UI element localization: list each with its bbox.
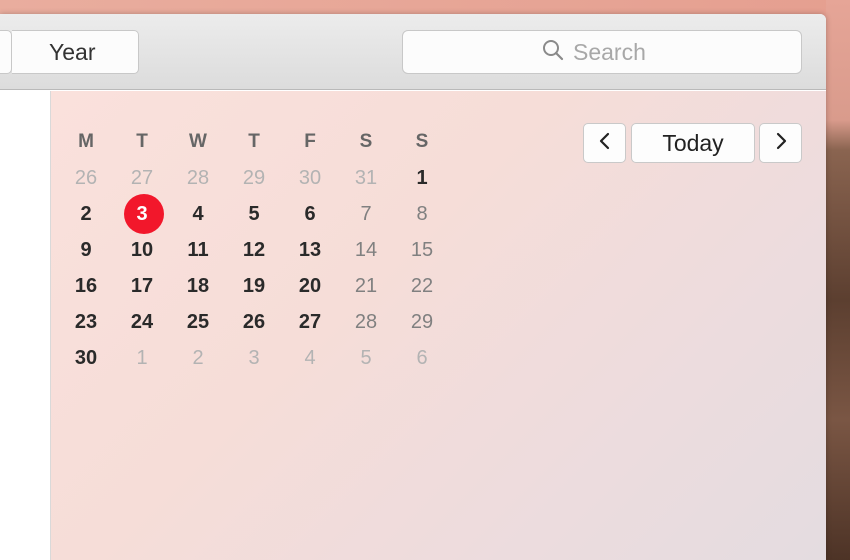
desktop-background-top (0, 0, 850, 14)
calendar-day[interactable]: 12 (226, 232, 282, 268)
calendar-day[interactable]: 20 (282, 268, 338, 304)
view-segment-previous[interactable] (0, 30, 12, 74)
calendar-week-row: 2345678 (58, 194, 450, 234)
calendar-day[interactable]: 31 (338, 160, 394, 196)
calendar-day[interactable]: 2 (58, 196, 114, 232)
calendar-day[interactable]: 8 (394, 196, 450, 232)
calendar-day[interactable]: 22 (394, 268, 450, 304)
calendar-day[interactable]: 28 (338, 304, 394, 340)
calendar-week-row: 26 27 28 29 30 31 1 (58, 160, 450, 196)
calendar-day[interactable]: 29 (394, 304, 450, 340)
toolbar: Year (0, 14, 826, 90)
calendar-day[interactable]: 30 (282, 160, 338, 196)
calendar-day[interactable]: 27 (114, 160, 170, 196)
weekday-label: M (78, 131, 94, 152)
calendar-day[interactable]: 5 (226, 196, 282, 232)
calendar-day[interactable]: 13 (282, 232, 338, 268)
search-icon (541, 38, 565, 67)
calendar-day[interactable]: 1 (114, 340, 170, 376)
calendar-day[interactable]: 28 (170, 160, 226, 196)
search-field[interactable] (402, 30, 802, 74)
weekday-label: W (189, 131, 207, 152)
calendar-day[interactable]: 19 (226, 268, 282, 304)
calendar-day[interactable]: 2 (170, 340, 226, 376)
calendar-day[interactable]: 4 (170, 196, 226, 232)
weekday-header: MTWTFSS (58, 124, 450, 160)
mini-calendar: MTWTFSS 26 27 28 29 30 31 1 2 3 4 5 6 7 8 9 10 11 12 13 14 1… (58, 124, 450, 376)
calendar-day[interactable]: 10 (114, 232, 170, 268)
calendar-week-row: 9 10 11 12 13 14 15 (58, 232, 450, 268)
chevron-left-icon (598, 130, 612, 157)
calendar-day[interactable]: 17 (114, 268, 170, 304)
calendar-day[interactable]: 26 (226, 304, 282, 340)
desktop-background-right (826, 0, 850, 560)
weekday-label: F (304, 131, 316, 152)
sidebar (0, 91, 51, 560)
weekday-label: T (248, 131, 260, 152)
calendar-day[interactable]: 25 (170, 304, 226, 340)
calendar-day[interactable]: 29 (226, 160, 282, 196)
weekday-label: S (415, 131, 429, 152)
calendar-day[interactable]: 4 (282, 340, 338, 376)
today-button[interactable]: Today (631, 123, 755, 163)
previous-button[interactable] (583, 123, 626, 163)
calendar-week-row: 23 24 25 26 27 28 29 (58, 304, 450, 340)
calendar-day[interactable]: 27 (282, 304, 338, 340)
next-button[interactable] (759, 123, 802, 163)
calendar-day[interactable]: 26 (58, 160, 114, 196)
calendar-week-row: 16 17 18 19 20 21 22 (58, 268, 450, 304)
calendar-grid: 26 27 28 29 30 31 1 2 3 4 5 6 7 8 9 10 11 12 13 14 15 16 17 18 1… (58, 160, 450, 376)
calendar-day[interactable]: 3 (226, 340, 282, 376)
year-view-label: Year (49, 38, 96, 65)
weekday-label: T (136, 131, 148, 152)
calendar-day[interactable]: 14 (338, 232, 394, 268)
calendar-day[interactable]: 1 (394, 160, 450, 196)
year-view-button[interactable]: Year (12, 30, 139, 74)
today-button-label: Today (662, 129, 724, 156)
calendar-day[interactable]: 5 (338, 340, 394, 376)
calendar-day[interactable]: 30 (58, 340, 114, 376)
calendar-day[interactable]: 16 (58, 268, 114, 304)
search-input[interactable] (573, 38, 663, 66)
calendar-day-today[interactable]: 3 (114, 194, 170, 234)
weekday-label: S (359, 131, 373, 152)
calendar-day[interactable]: 18 (170, 268, 226, 304)
calendar-day[interactable]: 6 (394, 340, 450, 376)
calendar-day[interactable]: 7 (338, 196, 394, 232)
calendar-day[interactable]: 6 (282, 196, 338, 232)
chevron-right-icon (774, 130, 788, 157)
calendar-day[interactable]: 9 (58, 232, 114, 268)
calendar-day[interactable]: 23 (58, 304, 114, 340)
calendar-day[interactable]: 11 (170, 232, 226, 268)
calendar-day[interactable]: 15 (394, 232, 450, 268)
calendar-day[interactable]: 21 (338, 268, 394, 304)
calendar-day[interactable]: 24 (114, 304, 170, 340)
calendar-week-row: 30 1 2 3 4 5 6 (58, 340, 450, 376)
